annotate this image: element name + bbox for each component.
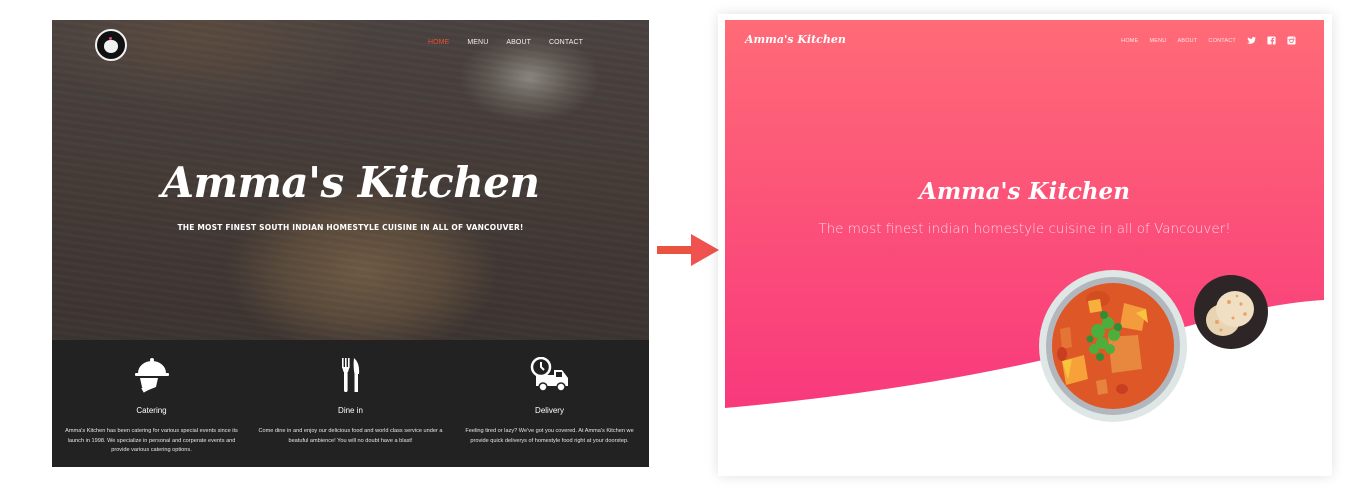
feature-title: Dine in — [338, 406, 363, 415]
before-nav: HOME MENU ABOUT CONTACT — [428, 39, 583, 46]
before-screenshot: HOME MENU ABOUT CONTACT Amma's Kitchen T… — [52, 20, 649, 467]
facebook-icon[interactable] — [1267, 36, 1276, 45]
before-hero-title: Amma's Kitchen — [161, 158, 540, 207]
feature-title: Delivery — [535, 406, 564, 415]
after-hero-title: Amma's Kitchen — [919, 178, 1130, 205]
before-nav-about[interactable]: ABOUT — [506, 39, 531, 46]
cloche-serving-icon — [134, 358, 169, 393]
features-section: Catering Amma's Kitchen has been caterin… — [52, 340, 649, 467]
fork-knife-icon — [341, 358, 359, 392]
after-nav-contact[interactable]: CONTACT — [1208, 38, 1236, 44]
feature-catering: Catering Amma's Kitchen has been caterin… — [52, 340, 251, 467]
twitter-icon[interactable] — [1247, 36, 1256, 45]
after-nav-menu[interactable]: MENU — [1149, 38, 1166, 44]
before-nav-menu[interactable]: MENU — [467, 39, 488, 46]
after-hero-subtitle: The most finest indian homestyle cuisine… — [818, 221, 1231, 237]
delivery-truck-clock-icon — [530, 357, 568, 392]
feature-description: Come dine in and enjoy our delicious foo… — [258, 428, 443, 444]
before-nav-home[interactable]: HOME — [428, 39, 449, 46]
right-arrow-icon — [657, 234, 719, 266]
feature-description: Feeling tired or lazy? We've got you cov… — [465, 428, 634, 444]
feature-delivery: Delivery Feeling tired or lazy? We've go… — [450, 340, 649, 467]
before-nav-contact[interactable]: CONTACT — [549, 39, 583, 46]
after-nav: HOME MENU ABOUT CONTACT — [1121, 36, 1296, 45]
instagram-icon[interactable] — [1287, 36, 1296, 45]
feature-dine-in: Dine in Come dine in and enjoy our delic… — [251, 340, 450, 467]
after-logo[interactable]: Amma's Kitchen — [745, 33, 846, 46]
feature-description: Amma's Kitchen has been catering for var… — [65, 428, 238, 453]
hero-gradient-background — [725, 20, 1324, 408]
woman-face-logo-icon[interactable] — [95, 29, 127, 61]
before-hero-subtitle: THE MOST FINEST SOUTH INDIAN HOMESTYLE C… — [177, 223, 524, 232]
roti-plate-illustration — [1194, 275, 1268, 349]
after-screenshot: Amma's Kitchen HOME MENU ABOUT CONTACT A… — [725, 20, 1324, 467]
feature-title: Catering — [136, 406, 167, 415]
after-nav-about[interactable]: ABOUT — [1177, 38, 1197, 44]
after-nav-home[interactable]: HOME — [1121, 38, 1138, 44]
curry-bowl-illustration — [1039, 270, 1187, 422]
